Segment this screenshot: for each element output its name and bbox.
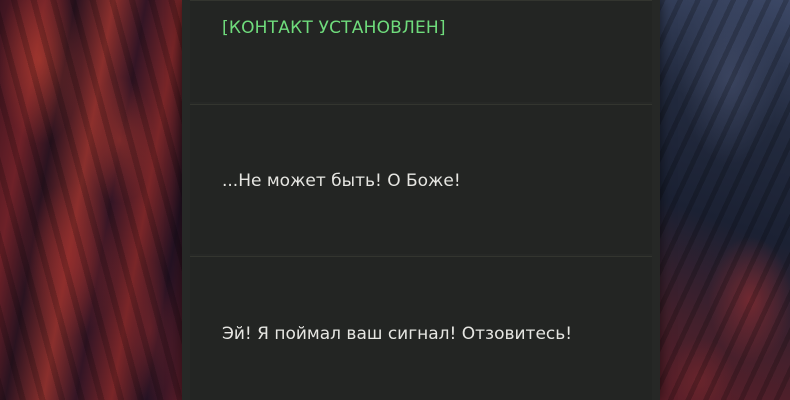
message-text: Эй! Я поймал ваш сигнал! Отзовитесь! — [222, 323, 573, 344]
message-card[interactable]: Эй! Я поймал ваш сигнал! Отзовитесь! — [190, 256, 652, 400]
message-card[interactable]: ...Не может быть! О Боже! — [190, 104, 652, 254]
game-screen: [КОНТАКТ УСТАНОВЛЕН] ...Не может быть! О… — [0, 0, 790, 400]
message-card-status: [КОНТАКТ УСТАНОВЛЕН] — [190, 0, 652, 102]
background-rock-left — [0, 0, 182, 400]
background-rock-right — [660, 0, 790, 400]
message-log-panel: [КОНТАКТ УСТАНОВЛЕН] ...Не может быть! О… — [182, 0, 660, 400]
message-text: ...Не может быть! О Боже! — [222, 170, 461, 191]
contact-status-text: [КОНТАКТ УСТАНОВЛЕН] — [222, 18, 446, 38]
